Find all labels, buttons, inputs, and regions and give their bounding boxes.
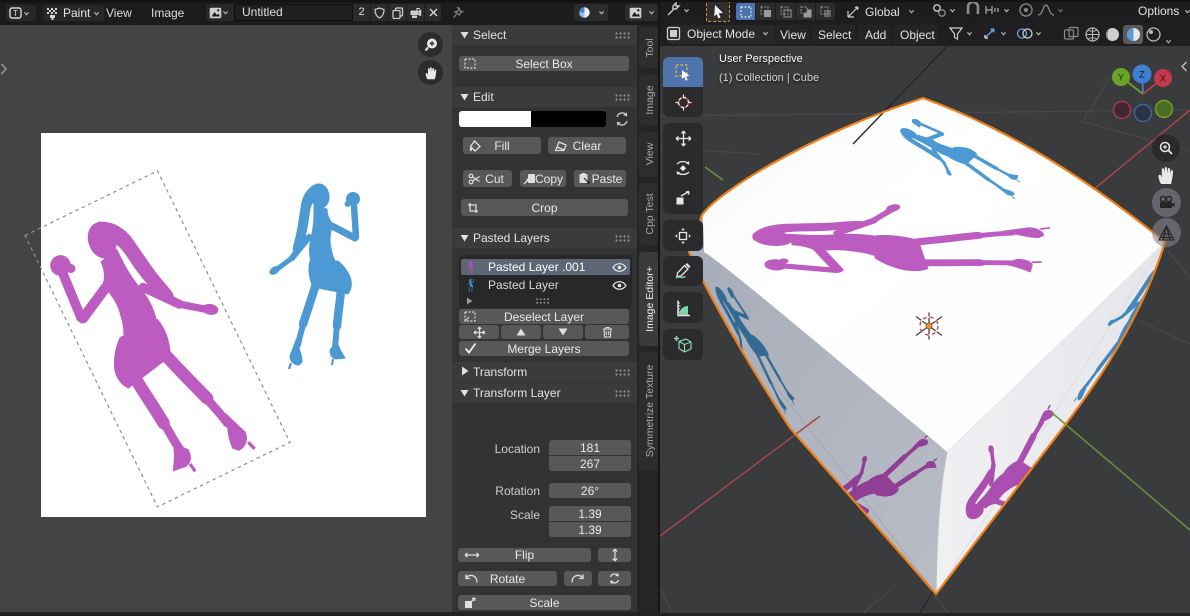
svg-text:Z: Z [1139, 70, 1145, 80]
svg-text:Cpp Test: Cpp Test [644, 193, 656, 234]
svg-text:Image: Image [644, 85, 656, 114]
svg-text:X: X [1160, 74, 1166, 84]
svg-text:View: View [644, 142, 656, 165]
svg-text:Y: Y [1118, 73, 1124, 83]
svg-text:T: T [13, 9, 18, 18]
svg-text:Image Editor+: Image Editor+ [644, 266, 656, 332]
svg-text:Symmetrize Texture: Symmetrize Texture [644, 365, 656, 458]
svg-text:Tool: Tool [644, 38, 656, 57]
